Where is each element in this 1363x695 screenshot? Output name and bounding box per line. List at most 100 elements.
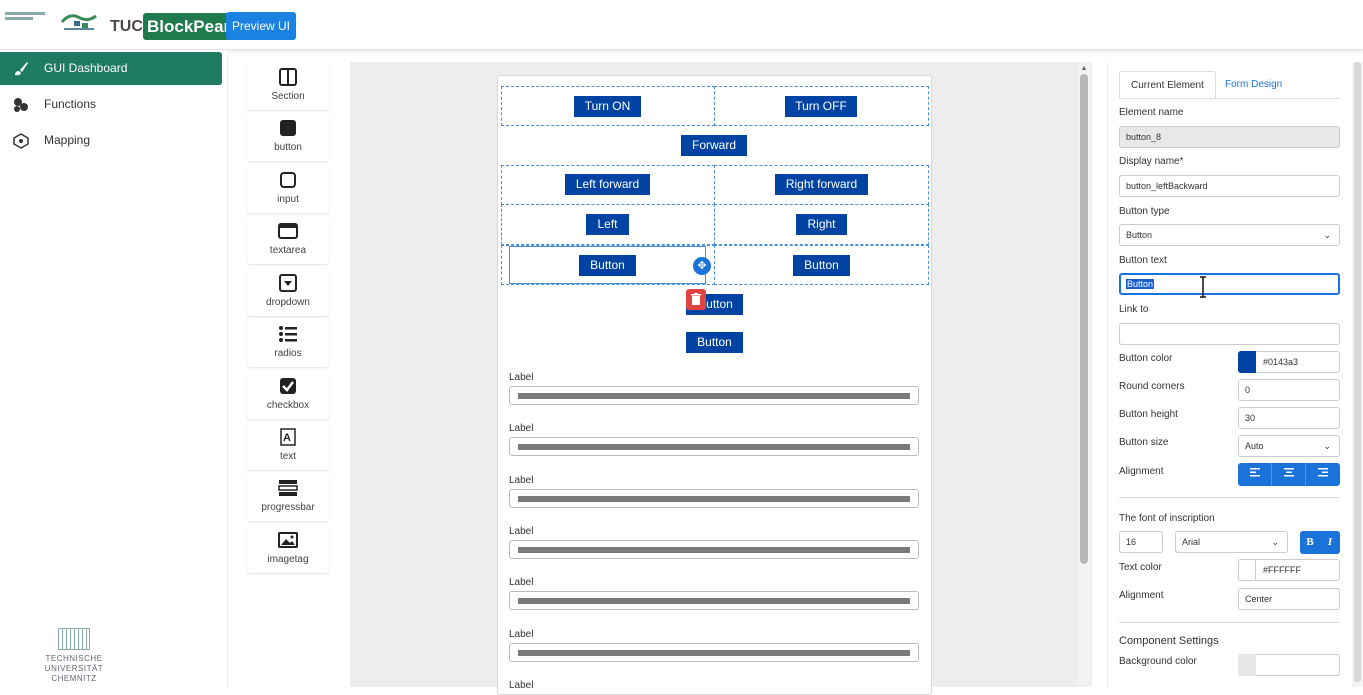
brand-name: BlockPearl: [143, 13, 239, 40]
field-label: Label: [509, 680, 534, 691]
button-text-label: Button text: [1119, 255, 1167, 266]
turn-off-button[interactable]: Turn OFF: [785, 96, 857, 117]
right-forward-button[interactable]: Right forward: [775, 174, 868, 195]
selected-button[interactable]: Button: [579, 255, 636, 276]
round-corners-field[interactable]: 0: [1238, 379, 1340, 401]
divider: [1119, 622, 1340, 623]
display-name-field[interactable]: button_leftBackward: [1119, 175, 1340, 197]
brand-prefix: TUC: [110, 18, 143, 35]
textarea-icon: [278, 223, 298, 239]
form-input[interactable]: [509, 437, 919, 456]
button-color-label: Button color: [1119, 353, 1173, 364]
button-text-field[interactable]: Button: [1119, 273, 1340, 295]
button-color-swatch[interactable]: [1238, 351, 1256, 373]
tool-button[interactable]: button: [247, 113, 329, 161]
display-name-label: Display name*: [1119, 156, 1184, 167]
tab-form-design[interactable]: Form Design: [1214, 71, 1293, 99]
tab-current-element[interactable]: Current Element: [1119, 71, 1216, 99]
align-left-button[interactable]: [1238, 463, 1272, 486]
button-size-label: Button size: [1119, 437, 1169, 448]
button-height-label: Button height: [1119, 409, 1178, 420]
dropdown-icon: [279, 274, 297, 292]
chevron-down-icon: ⌄: [1271, 537, 1279, 547]
field-label: Label: [509, 526, 534, 537]
align-right-button[interactable]: [1306, 463, 1340, 486]
font-style-group: B I: [1300, 531, 1340, 554]
imagetag-icon: [278, 532, 298, 548]
alignment-label: Alignment: [1119, 466, 1164, 477]
form-input[interactable]: [509, 591, 919, 610]
properties-scrollbar[interactable]: [1352, 62, 1363, 687]
preview-ui-button[interactable]: Preview UI: [226, 12, 296, 40]
background-color-label: Background color: [1119, 656, 1197, 667]
tool-progressbar[interactable]: progressbar: [247, 473, 329, 521]
form-input[interactable]: [509, 540, 919, 559]
sidebar: GUI Dashboard Functions Mapping TECHNISC…: [0, 50, 228, 687]
right-button[interactable]: Right: [796, 214, 847, 235]
sidebar-item-functions[interactable]: Functions: [0, 88, 222, 121]
left-button[interactable]: Left: [586, 214, 629, 235]
button-size-select[interactable]: Auto ⌄: [1238, 435, 1340, 457]
button-height-field[interactable]: 30: [1238, 407, 1340, 429]
tool-dropdown[interactable]: dropdown: [247, 268, 329, 316]
field-label: Label: [509, 372, 534, 383]
form-input[interactable]: [509, 386, 919, 405]
progressbar-icon: [278, 480, 298, 496]
divider: [1119, 497, 1340, 498]
element-name-field: button_8: [1119, 126, 1340, 148]
button-right[interactable]: Button: [793, 255, 850, 276]
field-label: Label: [509, 577, 534, 588]
element-name-label: Element name: [1119, 107, 1184, 118]
font-family-select[interactable]: Arial ⌄: [1175, 531, 1288, 553]
tool-radios[interactable]: radios: [247, 319, 329, 367]
text-color-swatch[interactable]: [1238, 559, 1256, 581]
checkbox-icon: [280, 378, 296, 394]
text-cursor-icon: [1200, 276, 1206, 298]
tool-imagetag[interactable]: imagetag: [247, 525, 329, 573]
font-size-field[interactable]: 16: [1119, 531, 1163, 553]
text-alignment-label: Alignment: [1119, 590, 1164, 601]
forward-button[interactable]: Forward: [681, 135, 747, 156]
mapping-icon: [12, 132, 30, 150]
italic-button[interactable]: I: [1320, 531, 1340, 554]
bold-button[interactable]: B: [1300, 531, 1320, 554]
scroll-up-arrow-icon[interactable]: ▲: [1080, 65, 1088, 73]
radios-icon: [279, 326, 297, 342]
tool-checkbox[interactable]: checkbox: [247, 371, 329, 419]
tool-textarea[interactable]: textarea: [247, 216, 329, 264]
field-label: Label: [509, 475, 534, 486]
link-to-field[interactable]: [1119, 323, 1340, 345]
delete-trash-icon[interactable]: [686, 289, 706, 310]
text-icon: A: [280, 428, 296, 446]
sidebar-item-label: Functions: [44, 97, 97, 111]
input-icon: [280, 172, 296, 188]
button-type-label: Button type: [1119, 206, 1170, 217]
canvas-scrollbar-thumb[interactable]: [1080, 74, 1088, 564]
align-left-icon: [1249, 468, 1260, 477]
field-label: Label: [509, 423, 534, 434]
align-center-button[interactable]: [1272, 463, 1306, 486]
form-input[interactable]: [509, 643, 919, 662]
sidebar-item-mapping[interactable]: Mapping: [0, 124, 222, 157]
brush-icon: [12, 60, 30, 78]
functions-icon: [12, 96, 30, 114]
tool-text[interactable]: A text: [247, 422, 329, 470]
button-bottom[interactable]: Button: [686, 332, 743, 353]
form-input[interactable]: [509, 489, 919, 508]
align-right-icon: [1318, 468, 1328, 477]
background-color-swatch[interactable]: [1238, 654, 1256, 676]
tool-section[interactable]: Section: [247, 62, 329, 110]
text-color-label: Text color: [1119, 562, 1162, 573]
tool-input[interactable]: input: [247, 165, 329, 213]
component-settings-title: Component Settings: [1119, 635, 1219, 647]
button-type-select[interactable]: Button ⌄: [1119, 224, 1340, 246]
sidebar-item-gui-dashboard[interactable]: GUI Dashboard: [0, 52, 222, 85]
move-handle-icon[interactable]: ✥: [693, 257, 711, 275]
chevron-down-icon: ⌄: [1323, 230, 1331, 240]
text-alignment-field[interactable]: Center: [1238, 588, 1340, 610]
section-icon: [279, 68, 297, 86]
sidebar-item-label: Mapping: [44, 133, 91, 147]
left-forward-button[interactable]: Left forward: [565, 174, 650, 195]
round-corners-label: Round corners: [1119, 381, 1185, 392]
turn-on-button[interactable]: Turn ON: [574, 96, 641, 117]
